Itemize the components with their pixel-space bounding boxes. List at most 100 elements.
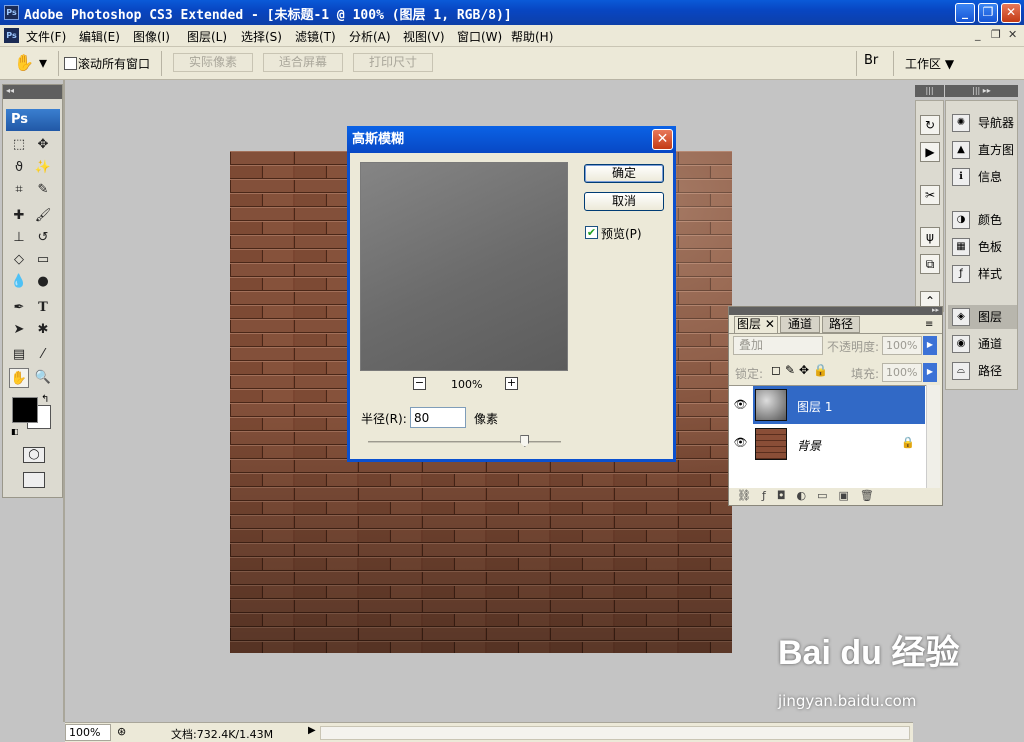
background-visibility-icon[interactable]: 👁 [732, 436, 749, 453]
brushes-icon[interactable]: ψ [920, 227, 940, 247]
panel-channels[interactable]: ◉ 通道 [948, 332, 1017, 356]
workspace-menu[interactable]: 工作区 ▼ [905, 55, 954, 72]
panel-color[interactable]: ◑ 颜色 [948, 208, 1017, 232]
dialog-close-button[interactable]: ✕ [652, 129, 673, 150]
horizontal-scrollbar[interactable] [320, 726, 910, 740]
menu-view[interactable]: 视图(V) [403, 28, 445, 45]
menu-file[interactable]: 文件(F) [26, 28, 66, 45]
menu-layer[interactable]: 图层(L) [187, 28, 227, 45]
panel-layers[interactable]: ◈ 图层 [948, 305, 1017, 329]
blur-preview[interactable] [360, 162, 568, 371]
layer-list-scrollbar[interactable] [926, 385, 940, 488]
hand-tool-icon[interactable]: ✋ [9, 368, 29, 388]
menu-select[interactable]: 选择(S) [241, 28, 282, 45]
lasso-tool-icon[interactable]: ϑ [9, 158, 29, 178]
fit-screen-button[interactable]: 适合屏幕 [263, 53, 343, 72]
tab-channels[interactable]: 通道 [780, 316, 820, 333]
status-menu-arrow-icon[interactable]: ▶ [308, 725, 316, 736]
app-icon[interactable]: Ps [4, 5, 19, 20]
toolbox-header[interactable]: ◂◂ [3, 85, 62, 99]
menu-analysis[interactable]: 分析(A) [349, 28, 391, 45]
panel-swatches[interactable]: ▦ 色板 [948, 235, 1017, 259]
history-icon[interactable]: ↻ [920, 115, 940, 135]
tab-layers[interactable]: 图层 ✕ [734, 316, 778, 333]
opacity-arrow-icon[interactable]: ▶ [923, 336, 937, 355]
dodge-tool-icon[interactable]: ● [33, 272, 53, 292]
panel-menu-icon[interactable]: ≡ [925, 319, 933, 330]
zoom-in-button[interactable]: + [505, 377, 518, 390]
bridge-icon[interactable]: Br [864, 53, 886, 73]
swap-colors-icon[interactable]: ↰ [41, 394, 49, 405]
palette-header[interactable]: ||| ▸▸ [945, 85, 1018, 97]
marquee-tool-icon[interactable]: ⬚ [9, 135, 29, 155]
pen-tool-icon[interactable]: ✒ [9, 298, 29, 318]
panel-info[interactable]: ℹ 信息 [948, 165, 1017, 189]
zoom-field[interactable]: 100% [65, 724, 111, 741]
scroll-all-checkbox[interactable] [64, 57, 77, 70]
hand-tool-preset-icon[interactable]: ✋ ▾ [14, 53, 56, 73]
layer1-visibility-icon[interactable]: 👁 [732, 398, 749, 415]
ok-button[interactable]: 确定 [584, 164, 664, 183]
default-colors-icon[interactable]: ◧ [11, 427, 19, 436]
close-button[interactable]: ✕ [1001, 3, 1021, 23]
doc-close-button[interactable]: ✕ [1008, 28, 1017, 41]
type-tool-icon[interactable]: T [33, 298, 53, 318]
cancel-button[interactable]: 取消 [584, 192, 664, 211]
panel-navigator[interactable]: ✺ 导航器 [948, 111, 1017, 135]
eyedropper-tool-icon[interactable]: ⁄ [33, 345, 53, 365]
maximize-button[interactable]: ❐ [978, 3, 998, 23]
blend-mode-select[interactable]: 叠加 [733, 336, 823, 355]
crop-tool-icon[interactable]: ⌗ [9, 180, 29, 200]
zoom-out-button[interactable]: − [413, 377, 426, 390]
layer-row-layer1[interactable]: 图层 1 [753, 386, 925, 424]
lock-icons[interactable]: ◻✎✥🔒 [771, 363, 832, 377]
document-icon[interactable]: Ps [4, 28, 19, 43]
fill-arrow-icon[interactable]: ▶ [923, 363, 937, 382]
custom-shape-tool-icon[interactable]: ✱ [33, 320, 53, 340]
tool-presets-icon[interactable]: ✂ [920, 185, 940, 205]
actual-pixels-button[interactable]: 实际像素 [173, 53, 253, 72]
path-selection-tool-icon[interactable]: ➤ [9, 320, 29, 340]
toolbox-logo[interactable]: Ps [6, 109, 60, 131]
opacity-input[interactable]: 100% [882, 336, 922, 355]
minimize-button[interactable]: _ [955, 3, 975, 23]
layer-footer-icons[interactable]: ⛓ƒ◘◐▭▣🗑 [737, 489, 937, 505]
preview-checkbox[interactable]: ✔ [585, 226, 598, 239]
zoom-tool-icon[interactable]: 🔍 [33, 368, 53, 388]
layers-panel-header[interactable]: ▸▸ [729, 307, 942, 315]
healing-brush-tool-icon[interactable]: ✚ [9, 206, 29, 226]
eraser-tool-icon[interactable]: ◇ [9, 250, 29, 270]
menu-filter[interactable]: 滤镜(T) [295, 28, 336, 45]
menu-edit[interactable]: 编辑(E) [79, 28, 120, 45]
radius-input[interactable] [410, 407, 466, 428]
panel-paths[interactable]: ⌓ 路径 [948, 359, 1017, 383]
gradient-tool-icon[interactable]: ▭ [33, 250, 53, 270]
doc-restore-button[interactable]: ❐ [991, 28, 1001, 41]
screen-mode-icon[interactable] [23, 472, 45, 488]
doc-minimize-button[interactable]: _ [975, 28, 981, 41]
layer-row-background[interactable]: 背景 🔒 [753, 425, 925, 463]
actions-icon[interactable]: ▶ [920, 142, 940, 162]
notes-tool-icon[interactable]: ▤ [9, 345, 29, 365]
slice-tool-icon[interactable]: ✎ [33, 180, 53, 200]
blur-tool-icon[interactable]: 💧 [9, 272, 29, 292]
dock-header[interactable]: ||| [915, 85, 944, 97]
status-info-icon[interactable]: ⊛ [117, 725, 126, 738]
move-tool-icon[interactable]: ✥ [33, 135, 53, 155]
panel-histogram[interactable]: ▲ 直方图 [948, 138, 1017, 162]
menu-image[interactable]: 图像(I) [133, 28, 170, 45]
radius-slider-thumb[interactable] [520, 435, 530, 447]
radius-slider[interactable] [368, 441, 561, 443]
foreground-color-swatch[interactable] [12, 397, 38, 423]
tab-paths[interactable]: 路径 [822, 316, 860, 333]
history-brush-tool-icon[interactable]: ↺ [33, 228, 53, 248]
menu-help[interactable]: 帮助(H) [511, 28, 553, 45]
clone-stamp-tool-icon[interactable]: ⊥ [9, 228, 29, 248]
panel-styles[interactable]: ƒ 样式 [948, 262, 1017, 286]
quick-mask-icon[interactable]: ◯ [23, 447, 45, 463]
fill-input[interactable]: 100% [882, 363, 922, 382]
clone-source-icon[interactable]: ⧉ [920, 254, 940, 274]
menu-window[interactable]: 窗口(W) [457, 28, 502, 45]
brush-tool-icon[interactable]: 🖌 [33, 206, 53, 226]
magic-wand-tool-icon[interactable]: ✨ [33, 158, 53, 178]
